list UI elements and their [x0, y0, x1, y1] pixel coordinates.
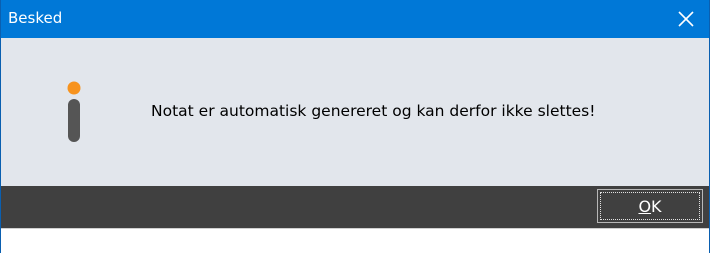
close-button[interactable]: [663, 0, 709, 38]
dialog-message: Notat er automatisk genereret og kan der…: [151, 102, 596, 120]
ok-mnemonic: O: [638, 196, 652, 216]
close-icon: [678, 11, 694, 27]
ok-button[interactable]: OK: [597, 189, 703, 223]
dialog-footer: OK: [1, 186, 709, 228]
bottom-strip: [1, 228, 709, 253]
message-dialog: Besked Notat er automatisk genereret og …: [0, 0, 710, 253]
info-icon: [67, 81, 81, 142]
title-bar[interactable]: Besked: [1, 0, 709, 38]
ok-label-rest: K: [651, 196, 662, 216]
dialog-content: Notat er automatisk genereret og kan der…: [1, 38, 709, 186]
dialog-title: Besked: [8, 9, 63, 27]
